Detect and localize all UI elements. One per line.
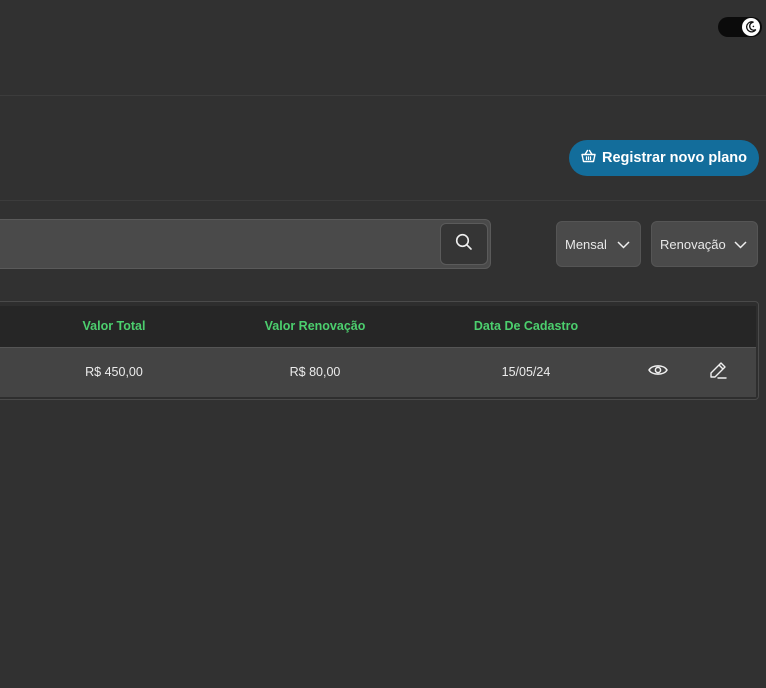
cell-data-cadastro: 15/05/24 (501, 365, 551, 379)
chevron-down-icon (617, 237, 630, 252)
moon-icon (742, 18, 760, 36)
table-row: R$ 450,00 R$ 80,00 15/05/24 (0, 347, 756, 397)
register-plan-label: Registrar novo plano (601, 150, 748, 166)
column-header-valor-total: Valor Total (82, 319, 146, 333)
search-button[interactable] (440, 223, 488, 265)
type-select[interactable]: Renovação (651, 221, 758, 267)
pencil-icon (709, 361, 727, 384)
column-header-data-cadastro: Data De Cadastro (473, 319, 579, 333)
top-bar (0, 0, 766, 96)
cell-valor-renovacao: R$ 80,00 (289, 365, 341, 379)
view-button[interactable] (646, 360, 670, 384)
search-bar (0, 219, 491, 269)
cell-valor-total: R$ 450,00 (85, 365, 143, 379)
type-select-value: Renovação (660, 236, 726, 252)
theme-toggle[interactable] (718, 17, 762, 37)
chevron-down-icon (734, 237, 747, 252)
edit-button[interactable] (706, 360, 730, 384)
action-bar: Registrar novo plano (0, 96, 766, 201)
basket-icon (581, 149, 596, 167)
eye-icon (648, 363, 668, 382)
period-select-value: Mensal (565, 236, 607, 252)
column-header-valor-renovacao: Valor Renovação (264, 319, 366, 333)
search-input[interactable] (1, 220, 421, 268)
register-plan-button[interactable]: Registrar novo plano (569, 140, 759, 176)
plans-table: Valor Total Valor Renovação Data De Cada… (0, 301, 759, 400)
table-header: Valor Total Valor Renovação Data De Cada… (0, 306, 756, 347)
period-select[interactable]: Mensal (556, 221, 641, 267)
search-icon (455, 233, 473, 256)
